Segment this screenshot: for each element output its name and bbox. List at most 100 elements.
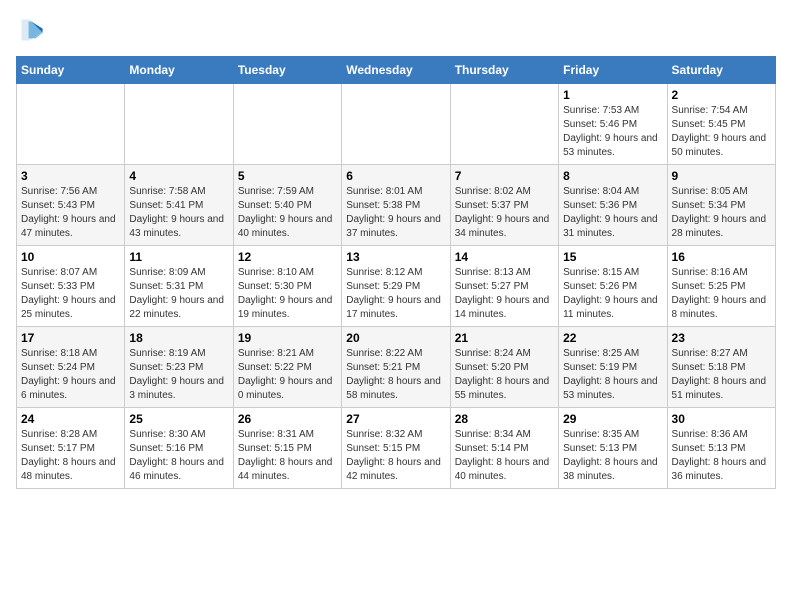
day-cell	[342, 84, 450, 165]
day-info: Sunrise: 8:15 AM Sunset: 5:26 PM Dayligh…	[563, 266, 662, 322]
day-number: 10	[21, 250, 120, 264]
day-number: 7	[455, 169, 554, 183]
day-info: Sunrise: 8:21 AM Sunset: 5:22 PM Dayligh…	[238, 347, 337, 403]
day-info: Sunrise: 7:59 AM Sunset: 5:40 PM Dayligh…	[238, 185, 337, 241]
day-cell: 30 Sunrise: 8:36 AM Sunset: 5:13 PM Dayli…	[667, 408, 775, 489]
day-number: 9	[672, 169, 771, 183]
day-number: 1	[563, 88, 662, 102]
day-number: 28	[455, 412, 554, 426]
header-monday: Monday	[125, 57, 233, 84]
day-info: Sunrise: 8:24 AM Sunset: 5:20 PM Dayligh…	[455, 347, 554, 403]
day-info: Sunrise: 7:56 AM Sunset: 5:43 PM Dayligh…	[21, 185, 120, 241]
day-cell: 7 Sunrise: 8:02 AM Sunset: 5:37 PM Daylig…	[450, 165, 558, 246]
day-number: 26	[238, 412, 337, 426]
day-info: Sunrise: 8:32 AM Sunset: 5:15 PM Dayligh…	[346, 428, 445, 484]
header-tuesday: Tuesday	[233, 57, 341, 84]
day-info: Sunrise: 8:16 AM Sunset: 5:25 PM Dayligh…	[672, 266, 771, 322]
header-wednesday: Wednesday	[342, 57, 450, 84]
day-cell	[233, 84, 341, 165]
day-info: Sunrise: 8:35 AM Sunset: 5:13 PM Dayligh…	[563, 428, 662, 484]
header-thursday: Thursday	[450, 57, 558, 84]
day-number: 4	[129, 169, 228, 183]
day-number: 29	[563, 412, 662, 426]
day-number: 18	[129, 331, 228, 345]
day-cell: 13 Sunrise: 8:12 AM Sunset: 5:29 PM Dayli…	[342, 246, 450, 327]
day-info: Sunrise: 8:28 AM Sunset: 5:17 PM Dayligh…	[21, 428, 120, 484]
day-info: Sunrise: 8:36 AM Sunset: 5:13 PM Dayligh…	[672, 428, 771, 484]
day-number: 14	[455, 250, 554, 264]
day-cell: 22Sunrise: 8:25 AM Sunset: 5:19 PM Dayli…	[559, 327, 667, 408]
day-cell: 21 Sunrise: 8:24 AM Sunset: 5:20 PM Dayli…	[450, 327, 558, 408]
day-number: 23	[672, 331, 771, 345]
day-info: Sunrise: 8:12 AM Sunset: 5:29 PM Dayligh…	[346, 266, 445, 322]
logo-icon	[16, 16, 44, 44]
day-info: Sunrise: 8:30 AM Sunset: 5:16 PM Dayligh…	[129, 428, 228, 484]
day-cell: 16 Sunrise: 8:16 AM Sunset: 5:25 PM Dayli…	[667, 246, 775, 327]
day-info: Sunrise: 8:25 AM Sunset: 5:19 PM Dayligh…	[563, 347, 662, 403]
day-number: 5	[238, 169, 337, 183]
day-cell: 1Sunrise: 7:53 AM Sunset: 5:46 PM Daylig…	[559, 84, 667, 165]
day-cell: 19 Sunrise: 8:21 AM Sunset: 5:22 PM Dayli…	[233, 327, 341, 408]
day-number: 16	[672, 250, 771, 264]
day-number: 3	[21, 169, 120, 183]
day-info: Sunrise: 8:34 AM Sunset: 5:14 PM Dayligh…	[455, 428, 554, 484]
day-cell: 6Sunrise: 8:01 AM Sunset: 5:38 PM Daylig…	[342, 165, 450, 246]
day-cell: 15 Sunrise: 8:15 AM Sunset: 5:26 PM Dayli…	[559, 246, 667, 327]
day-number: 30	[672, 412, 771, 426]
header-friday: Friday	[559, 57, 667, 84]
week-row-2: 10Sunrise: 8:07 AM Sunset: 5:33 PM Dayli…	[17, 246, 776, 327]
day-number: 8	[563, 169, 662, 183]
day-info: Sunrise: 8:19 AM Sunset: 5:23 PM Dayligh…	[129, 347, 228, 403]
calendar-header-row: SundayMondayTuesdayWednesdayThursdayFrid…	[17, 57, 776, 84]
day-number: 25	[129, 412, 228, 426]
day-number: 24	[21, 412, 120, 426]
day-cell: 2 Sunrise: 7:54 AM Sunset: 5:45 PM Daylig…	[667, 84, 775, 165]
day-cell: 27 Sunrise: 8:32 AM Sunset: 5:15 PM Dayli…	[342, 408, 450, 489]
day-info: Sunrise: 8:02 AM Sunset: 5:37 PM Dayligh…	[455, 185, 554, 241]
day-cell	[450, 84, 558, 165]
day-cell: 29 Sunrise: 8:35 AM Sunset: 5:13 PM Dayli…	[559, 408, 667, 489]
day-info: Sunrise: 7:58 AM Sunset: 5:41 PM Dayligh…	[129, 185, 228, 241]
day-cell: 10Sunrise: 8:07 AM Sunset: 5:33 PM Dayli…	[17, 246, 125, 327]
day-info: Sunrise: 8:27 AM Sunset: 5:18 PM Dayligh…	[672, 347, 771, 403]
day-number: 20	[346, 331, 445, 345]
week-row-0: 1Sunrise: 7:53 AM Sunset: 5:46 PM Daylig…	[17, 84, 776, 165]
day-number: 15	[563, 250, 662, 264]
day-cell: 11Sunrise: 8:09 AM Sunset: 5:31 PM Dayli…	[125, 246, 233, 327]
day-info: Sunrise: 8:01 AM Sunset: 5:38 PM Dayligh…	[346, 185, 445, 241]
day-cell: 20 Sunrise: 8:22 AM Sunset: 5:21 PM Dayli…	[342, 327, 450, 408]
day-cell	[125, 84, 233, 165]
day-info: Sunrise: 8:18 AM Sunset: 5:24 PM Dayligh…	[21, 347, 120, 403]
day-cell: 4 Sunrise: 7:58 AM Sunset: 5:41 PM Daylig…	[125, 165, 233, 246]
calendar: SundayMondayTuesdayWednesdayThursdayFrid…	[16, 56, 776, 489]
day-cell: 8 Sunrise: 8:04 AM Sunset: 5:36 PM Daylig…	[559, 165, 667, 246]
day-number: 19	[238, 331, 337, 345]
logo	[16, 16, 48, 44]
week-row-1: 3 Sunrise: 7:56 AM Sunset: 5:43 PM Daylig…	[17, 165, 776, 246]
day-number: 13	[346, 250, 445, 264]
week-row-4: 24 Sunrise: 8:28 AM Sunset: 5:17 PM Dayli…	[17, 408, 776, 489]
day-info: Sunrise: 8:05 AM Sunset: 5:34 PM Dayligh…	[672, 185, 771, 241]
day-cell: 14 Sunrise: 8:13 AM Sunset: 5:27 PM Dayli…	[450, 246, 558, 327]
day-info: Sunrise: 7:54 AM Sunset: 5:45 PM Dayligh…	[672, 104, 771, 160]
header	[16, 16, 776, 44]
day-info: Sunrise: 8:13 AM Sunset: 5:27 PM Dayligh…	[455, 266, 554, 322]
week-row-3: 17Sunrise: 8:18 AM Sunset: 5:24 PM Dayli…	[17, 327, 776, 408]
day-info: Sunrise: 8:31 AM Sunset: 5:15 PM Dayligh…	[238, 428, 337, 484]
day-cell	[17, 84, 125, 165]
day-number: 21	[455, 331, 554, 345]
day-cell: 9 Sunrise: 8:05 AM Sunset: 5:34 PM Daylig…	[667, 165, 775, 246]
header-sunday: Sunday	[17, 57, 125, 84]
day-number: 11	[129, 250, 228, 264]
day-info: Sunrise: 8:22 AM Sunset: 5:21 PM Dayligh…	[346, 347, 445, 403]
day-info: Sunrise: 8:04 AM Sunset: 5:36 PM Dayligh…	[563, 185, 662, 241]
day-cell: 17Sunrise: 8:18 AM Sunset: 5:24 PM Dayli…	[17, 327, 125, 408]
day-number: 2	[672, 88, 771, 102]
day-cell: 26 Sunrise: 8:31 AM Sunset: 5:15 PM Dayli…	[233, 408, 341, 489]
day-cell: 3 Sunrise: 7:56 AM Sunset: 5:43 PM Daylig…	[17, 165, 125, 246]
day-number: 27	[346, 412, 445, 426]
day-cell: 12Sunrise: 8:10 AM Sunset: 5:30 PM Dayli…	[233, 246, 341, 327]
day-cell: 25 Sunrise: 8:30 AM Sunset: 5:16 PM Dayli…	[125, 408, 233, 489]
day-cell: 28 Sunrise: 8:34 AM Sunset: 5:14 PM Dayli…	[450, 408, 558, 489]
day-number: 12	[238, 250, 337, 264]
